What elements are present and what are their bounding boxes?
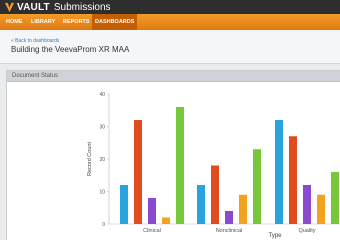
x-tick-label: Quality <box>298 228 315 234</box>
main-nav: HOME LIBRARY REPORTS DASHBOARDS <box>0 14 340 30</box>
y-axis-title: Record Count <box>87 142 93 176</box>
x-tick-label: Clinical <box>143 228 161 234</box>
bar-clinical-3[interactable] <box>148 198 156 224</box>
bar-nonclinical-5[interactable] <box>253 149 261 224</box>
page-title: Building the VeevaProm XR MAA <box>11 45 130 54</box>
y-tick-label: 40 <box>99 92 105 98</box>
panel-header: Document Status <box>7 71 340 82</box>
nav-reports[interactable]: REPORTS <box>60 14 93 30</box>
document-status-chart: Record Count Type 0 10 20 30 40 Clinical Noncl… <box>87 92 340 239</box>
y-tick-label: 0 <box>102 222 105 228</box>
document-status-panel: Document Status Record Count Type 0 10 20 3… <box>6 70 340 240</box>
bar-nonclinical-4[interactable] <box>239 194 247 224</box>
x-tick-label: Nonclinical <box>216 228 243 234</box>
bar-quality-5[interactable] <box>331 172 339 224</box>
bar-nonclinical-3[interactable] <box>225 211 233 224</box>
bar-clinical-4[interactable] <box>162 217 170 225</box>
y-tick-label: 10 <box>99 190 105 196</box>
nav-home[interactable]: HOME <box>3 14 26 30</box>
bar-quality-4[interactable] <box>317 194 325 224</box>
brand-vault-text: VAULT <box>17 2 50 13</box>
nav-library[interactable]: LIBRARY <box>28 14 58 30</box>
vault-v-logo-icon <box>4 2 15 13</box>
y-tick-label: 30 <box>99 125 105 131</box>
panel-title: Document Status <box>12 73 59 79</box>
nav-dashboards[interactable]: DASHBOARDS <box>92 14 138 30</box>
back-to-dashboards-link[interactable]: « Back to dashboards <box>11 38 59 44</box>
brand[interactable]: VAULT Submissions <box>4 1 111 14</box>
x-axis-title: Type <box>268 233 282 239</box>
bar-quality-2[interactable] <box>289 136 297 224</box>
bar-quality-3[interactable] <box>303 185 311 224</box>
brand-app-name: Submissions <box>53 2 111 13</box>
top-bar: VAULT Submissions <box>0 0 340 14</box>
breadcrumb-area: « Back to dashboards Building the VeevaP… <box>0 30 340 64</box>
bar-clinical-2[interactable] <box>134 120 142 224</box>
bar-clinical-1[interactable] <box>120 185 128 224</box>
bar-nonclinical-2[interactable] <box>211 165 219 225</box>
bar-nonclinical-1[interactable] <box>197 185 205 224</box>
bar-quality-1[interactable] <box>275 120 283 224</box>
y-tick-label: 20 <box>99 157 105 163</box>
bar-clinical-5[interactable] <box>176 107 184 224</box>
